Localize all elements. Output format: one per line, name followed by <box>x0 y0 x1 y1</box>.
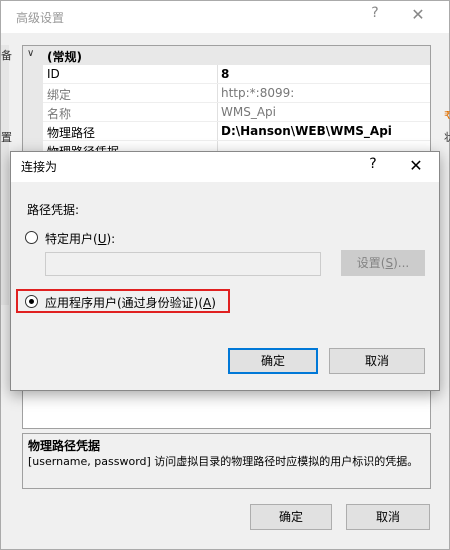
help-button[interactable]: ? <box>363 156 383 178</box>
description-text: [username, password] 访问虚拟目录的物理路径时应模拟的用户标… <box>28 455 419 468</box>
specific-user-radio-option[interactable]: 特定用户(U): <box>25 228 145 248</box>
left-edge-text: 置 <box>1 131 12 144</box>
ok-button[interactable]: 确定 <box>250 504 332 530</box>
app-user-radio-option[interactable]: 应用程序用户(通过身份验证)(A) <box>25 292 225 312</box>
specific-user-label[interactable]: 特定用户(U): <box>45 230 115 247</box>
description-title: 物理路径凭据 <box>28 439 101 453</box>
property-name: 绑定 <box>47 88 72 102</box>
category-row-general[interactable]: ∨ (常规) <box>23 46 430 65</box>
category-label: (常规) <box>47 50 82 64</box>
connect-as-dialog: 连接为 ? ✕ 路径凭据: 特定用户(U): 设置(S)... 应用程序用户(通… <box>10 151 440 391</box>
property-row-id[interactable]: ID 8 <box>43 65 430 84</box>
property-row-binding[interactable]: 绑定 http:*:8099: <box>43 84 430 103</box>
dialog-title: 连接为 <box>21 160 58 174</box>
title-bar: 高级设置 ? ✕ <box>1 1 449 33</box>
left-edge-strip <box>1 45 9 305</box>
property-row-physical-path[interactable]: 物理路径 D:\Hanson\WEB\WMS_Api <box>43 122 430 141</box>
app-user-radio[interactable] <box>25 295 38 308</box>
dialog-ok-button[interactable]: 确定 <box>228 348 318 374</box>
specific-user-input <box>45 252 321 276</box>
property-value: http:*:8099: <box>221 86 295 100</box>
right-edge-text: ₹ <box>444 109 450 122</box>
dialog-cancel-button[interactable]: 取消 <box>329 348 425 374</box>
close-button[interactable]: ✕ <box>403 5 433 27</box>
property-value: 8 <box>221 67 230 81</box>
left-edge-text: 备 <box>1 49 12 62</box>
right-edge-text: 状 <box>444 131 450 144</box>
property-row-name[interactable]: 名称 WMS_Api <box>43 103 430 122</box>
property-name: ID <box>47 67 60 81</box>
window-title: 高级设置 <box>16 11 65 25</box>
dialog-title-bar: 连接为 ? ✕ <box>11 152 439 182</box>
app-user-label[interactable]: 应用程序用户(通过身份验证)(A) <box>45 294 216 311</box>
cancel-button[interactable]: 取消 <box>346 504 430 530</box>
collapse-caret-icon[interactable]: ∨ <box>27 48 34 59</box>
path-credentials-label: 路径凭据: <box>27 203 80 217</box>
property-name: 物理路径 <box>47 126 96 140</box>
property-value: D:\Hanson\WEB\WMS_Api <box>221 124 392 138</box>
specific-user-radio[interactable] <box>25 231 38 244</box>
settings-button: 设置(S)... <box>341 250 425 276</box>
property-name: 名称 <box>47 107 72 121</box>
close-button[interactable]: ✕ <box>403 156 429 178</box>
description-panel: 物理路径凭据 [username, password] 访问虚拟目录的物理路径时… <box>22 433 431 489</box>
property-value: WMS_Api <box>221 105 276 119</box>
help-button[interactable]: ? <box>365 5 385 27</box>
